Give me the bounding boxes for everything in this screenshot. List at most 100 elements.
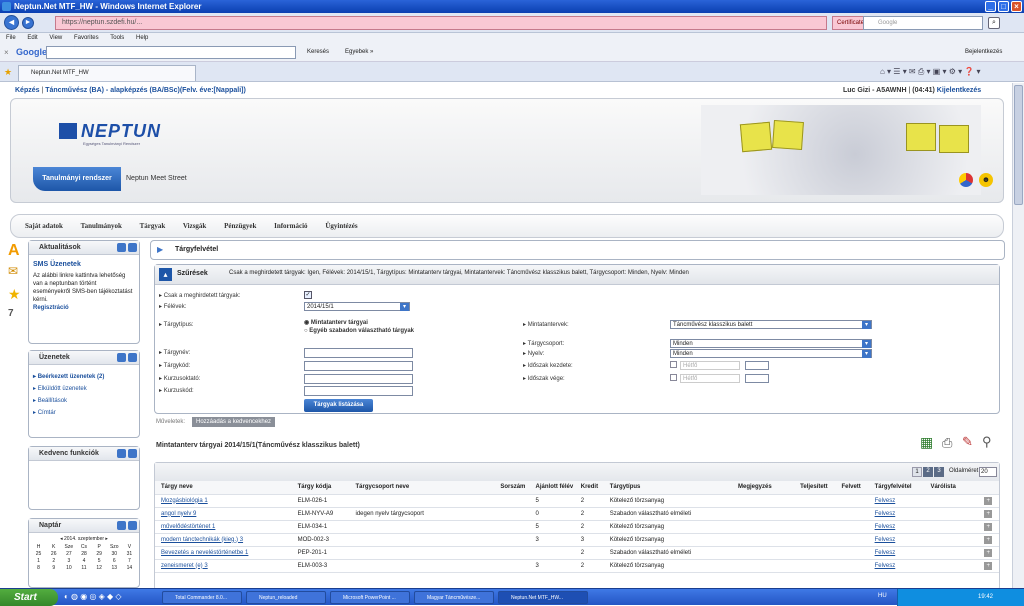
calendar-day[interactable]: 12 <box>92 565 107 572</box>
select-nyelv[interactable]: Minden ▾ <box>670 349 872 358</box>
taskbar-item[interactable]: Total Commander 8.0... <box>162 591 242 604</box>
tray-clock[interactable]: 19:42 <box>978 594 993 600</box>
felvesz-link[interactable]: Felvesz <box>868 494 925 508</box>
calendar-day[interactable]: 3 <box>61 558 76 565</box>
training-link[interactable]: Képzés <box>15 87 40 94</box>
google-signin-link[interactable]: Bejelentkezés <box>965 49 1002 55</box>
close-box-icon[interactable] <box>128 243 137 252</box>
calendar-day[interactable]: 14 <box>122 565 137 572</box>
nav-vizsgak[interactable]: Vizsgák <box>183 222 206 230</box>
select-mintatanterv[interactable]: Táncművész klasszikus balett ▾ <box>670 320 872 329</box>
input-targynev[interactable] <box>304 348 413 358</box>
search-icon[interactable]: ⌕ <box>988 17 1000 29</box>
minimize-box-icon[interactable] <box>117 521 126 530</box>
magnifier-icon[interactable]: ⚲ <box>982 434 992 450</box>
calendar-day[interactable]: 6 <box>107 558 122 565</box>
list-subjects-button[interactable]: Tárgyak listázása <box>304 399 373 412</box>
col-header[interactable]: Ajánlott félév <box>529 481 575 495</box>
felvesz-link[interactable]: Felvesz <box>868 520 925 534</box>
sent-link[interactable]: ▸ Elküldött üzenetek <box>33 383 135 395</box>
felvesz-link[interactable]: Felvesz <box>868 507 925 521</box>
checkbox-idoszak-kezdete[interactable] <box>670 361 677 368</box>
row-action-icon[interactable]: + <box>978 507 999 521</box>
nav-ugyintezes[interactable]: Ügyintézés <box>325 222 357 230</box>
taskbar-item[interactable]: Neptun_reloaded <box>246 591 326 604</box>
sms-register-link[interactable]: Regisztráció <box>33 304 135 312</box>
taskbar-item[interactable]: Magyar Táncművésze... <box>414 591 494 604</box>
star-icon[interactable]: ★ <box>8 286 26 308</box>
row-action-icon[interactable]: + <box>978 559 999 573</box>
tab-tanulmanyi-rendszer[interactable]: Tanulmányi rendszer <box>33 167 121 191</box>
menu-edit[interactable]: Edit <box>27 35 37 41</box>
subject-name-link[interactable]: angol nyelv 9 <box>155 507 292 521</box>
google-more-button[interactable]: Egyebek » <box>345 49 373 55</box>
col-header[interactable]: Tárgycsoport neve <box>349 481 495 495</box>
calendar-day[interactable]: 26 <box>46 551 61 558</box>
col-header[interactable]: Teljesített <box>794 481 836 495</box>
scrollbar-thumb[interactable] <box>1014 85 1023 205</box>
close-box-icon[interactable] <box>128 521 137 530</box>
calendar-day[interactable]: 4 <box>76 558 91 565</box>
menu-file[interactable]: File <box>6 35 16 41</box>
close-box-icon[interactable] <box>128 449 137 458</box>
browser-search-input[interactable]: Google <box>863 16 983 30</box>
subject-name-link[interactable]: művelődéstörténet 1 <box>155 520 292 534</box>
minimize-box-icon[interactable] <box>117 243 126 252</box>
calendar-day[interactable]: 25 <box>31 551 46 558</box>
col-header[interactable]: Felvett <box>835 481 869 495</box>
close-window-button[interactable]: × <box>1011 1 1022 12</box>
home-icon[interactable]: ⌂ ▾ ☰ ▾ ✉ ⎙ ▾ ▣ ▾ ⚙ ▾ ❓ ▾ <box>880 67 981 77</box>
col-header[interactable]: Tárgytípus <box>603 481 733 495</box>
close-box-icon[interactable] <box>128 353 137 362</box>
calendar-day[interactable]: 13 <box>107 565 122 572</box>
subject-name-link[interactable]: Bevezetés a neveléstörténetbe 1 <box>155 546 292 560</box>
print-icon[interactable]: ⎙ <box>942 435 952 451</box>
add-to-favorites-button[interactable]: Hozzáadás a kedvencekhez <box>192 417 276 427</box>
felvesz-link[interactable]: Felvesz <box>868 559 925 573</box>
calendar-7-icon[interactable]: 7 <box>8 308 26 330</box>
row-action-icon[interactable]: + <box>978 494 999 508</box>
browser-tab[interactable]: Neptun.Net MTF_HW <box>18 65 196 81</box>
checkbox-idoszak-vege[interactable] <box>670 374 677 381</box>
nav-penzugyek[interactable]: Pénzügyek <box>224 222 256 230</box>
calendar-day[interactable]: 8 <box>31 565 46 572</box>
logout-link[interactable]: Kijelentkezés <box>937 87 981 94</box>
radio-mintatanterv[interactable]: ◉ Mintatanterv tárgyai <box>304 319 368 326</box>
google-search-button[interactable]: Keresés <box>307 49 329 55</box>
input-targykod[interactable] <box>304 361 413 371</box>
calendar-day[interactable]: 5 <box>92 558 107 565</box>
font-size-icon[interactable]: A <box>8 242 26 264</box>
input-ido-kezdete[interactable] <box>745 361 769 370</box>
directory-link[interactable]: ▸ Címtár <box>33 407 135 419</box>
language-indicator[interactable]: HU <box>878 593 887 599</box>
url-field[interactable]: https://neptun.szdefi.hu/... <box>55 16 827 30</box>
felvesz-link[interactable]: Felvesz <box>868 546 925 560</box>
nav-targyak[interactable]: Tárgyak <box>140 222 166 230</box>
calendar-day[interactable]: 30 <box>107 551 122 558</box>
menu-tools[interactable]: Tools <box>110 35 124 41</box>
nav-informacio[interactable]: Információ <box>274 222 307 230</box>
nav-tanulmanyok[interactable]: Tanulmányok <box>81 222 122 230</box>
calendar-day[interactable]: 28 <box>76 551 91 558</box>
row-action-icon[interactable]: + <box>978 520 999 534</box>
start-button[interactable]: Start <box>0 589 58 606</box>
export-excel-icon[interactable]: ▦ <box>920 434 933 451</box>
select-targycsoport[interactable]: Minden ▾ <box>670 339 872 348</box>
minimize-box-icon[interactable] <box>117 353 126 362</box>
select-felevek[interactable]: 2014/15/1 ▾ <box>304 302 410 311</box>
col-header[interactable]: Tárgyfelvétel <box>868 481 925 495</box>
menu-help[interactable]: Help <box>136 35 148 41</box>
calendar-day[interactable]: 2 <box>46 558 61 565</box>
minimize-box-icon[interactable] <box>117 449 126 458</box>
menu-favorites[interactable]: Favorites <box>74 35 99 41</box>
calendar-day[interactable]: 9 <box>46 565 61 572</box>
radio-egyeb[interactable]: ○ Egyéb szabadon választható tárgyak <box>304 328 414 334</box>
tab-meet-street[interactable]: Neptun Meet Street <box>126 175 187 182</box>
row-action-icon[interactable]: + <box>978 533 999 547</box>
collapse-filter-icon[interactable]: ▴ <box>159 268 172 281</box>
input-ido-vege[interactable] <box>745 374 769 383</box>
checkbox-meghirdetett[interactable]: ✓ <box>304 291 312 299</box>
input-kurzusoktato[interactable] <box>304 374 413 384</box>
quick-launch-icons[interactable]: ◐ ◍ ◉ ◎ ◈ ◆ ◇ <box>64 592 122 601</box>
taskbar-item[interactable]: Microsoft PowerPoint ... <box>330 591 410 604</box>
